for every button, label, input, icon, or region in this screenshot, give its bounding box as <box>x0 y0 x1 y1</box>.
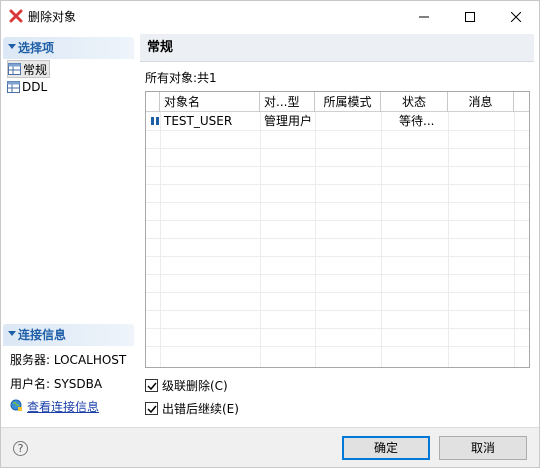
column-header-message[interactable]: 消息 <box>448 92 514 112</box>
grid-line <box>146 220 529 221</box>
checkmark-icon <box>145 379 158 392</box>
grid-line <box>260 112 261 367</box>
column-header-type[interactable]: 对...型 <box>260 92 315 112</box>
pause-icon <box>151 117 159 125</box>
nav-item-ddl[interactable]: DDL <box>7 78 49 96</box>
collapse-caret-icon <box>8 44 16 49</box>
grid-line <box>146 328 529 329</box>
grid-line <box>146 292 529 293</box>
column-header-status[interactable]: 状态 <box>381 92 448 112</box>
checkbox-label: 出错后继续(E) <box>162 402 239 416</box>
minimize-icon <box>419 16 429 18</box>
section-title: 选择项 <box>18 41 55 55</box>
grid-line <box>146 238 529 239</box>
ok-button[interactable]: 确定 <box>342 436 430 460</box>
main-panel: 常规 所有对象:共1 对象名 对...型 所属模式 状态 消息 TEST_USE… <box>140 34 534 427</box>
close-icon <box>511 12 521 22</box>
username-info: 用户名: SYSDBA <box>10 377 103 391</box>
selection-section-header[interactable]: 选择项 <box>3 37 134 59</box>
window-title: 删除对象 <box>28 10 77 24</box>
help-icon[interactable]: ? <box>13 441 28 456</box>
table-icon <box>8 63 21 75</box>
dialog-footer: ? 确定 取消 <box>1 427 539 467</box>
grid-line <box>514 112 515 367</box>
cascade-delete-checkbox[interactable]: 级联删除(C) <box>145 377 228 394</box>
continue-on-error-checkbox[interactable]: 出错后继续(E) <box>145 400 239 417</box>
column-header-name[interactable]: 对象名 <box>160 92 260 112</box>
grid-line <box>146 310 529 311</box>
page-title: 常规 <box>147 40 174 55</box>
nav-item-label: 常规 <box>23 62 48 77</box>
grid-line <box>146 166 529 167</box>
objects-table[interactable]: 对象名 对...型 所属模式 状态 消息 TEST_USER 管理用户 等待..… <box>145 91 530 368</box>
grid-line <box>146 202 529 203</box>
page-header: 常规 <box>140 34 534 62</box>
grid-line <box>160 112 161 367</box>
cell-type: 管理用户 <box>264 114 313 128</box>
grid-line <box>146 274 529 275</box>
grid-line <box>146 346 529 347</box>
cancel-button[interactable]: 取消 <box>439 436 527 460</box>
grid-line <box>448 112 449 367</box>
cell-name: TEST_USER <box>164 114 233 128</box>
table-icon <box>7 81 20 93</box>
collapse-caret-icon <box>8 331 16 336</box>
title-bar: 删除对象 <box>1 1 539 33</box>
grid-line <box>146 184 529 185</box>
left-panel: 选择项 常规 DDL 连接信息 服务器: LOCALHOST 用户名: SYSD… <box>1 34 137 427</box>
grid-line <box>146 130 529 131</box>
connection-section-header[interactable]: 连接信息 <box>3 324 134 346</box>
grid-line <box>381 112 382 367</box>
close-button[interactable] <box>493 1 539 33</box>
grid-line <box>315 112 316 367</box>
object-count: 所有对象:共1 <box>145 71 217 85</box>
view-connection-link[interactable]: 查看连接信息 <box>10 398 99 415</box>
nav-item-label: DDL <box>22 80 48 94</box>
grid-line <box>146 256 529 257</box>
section-title: 连接信息 <box>18 328 67 342</box>
minimize-button[interactable] <box>401 1 447 33</box>
checkbox-label: 级联删除(C) <box>162 379 228 393</box>
cell-status: 等待... <box>399 114 435 128</box>
maximize-icon <box>465 12 475 22</box>
row-indicator-column <box>146 92 160 112</box>
delete-object-dialog: 删除对象 选择项 常规 DDL 连接信息 服务器: LOCALHOST 用户名:… <box>0 0 540 468</box>
grid-line <box>146 148 529 149</box>
nav-item-general[interactable]: 常规 <box>7 60 51 78</box>
column-header-schema[interactable]: 所属模式 <box>315 92 381 112</box>
delete-x-icon <box>9 9 23 23</box>
connection-globe-icon <box>10 399 23 415</box>
server-info: 服务器: LOCALHOST <box>10 353 127 367</box>
maximize-button[interactable] <box>447 1 493 33</box>
checkmark-icon <box>145 402 158 415</box>
table-header: 对象名 对...型 所属模式 状态 消息 <box>146 92 529 112</box>
